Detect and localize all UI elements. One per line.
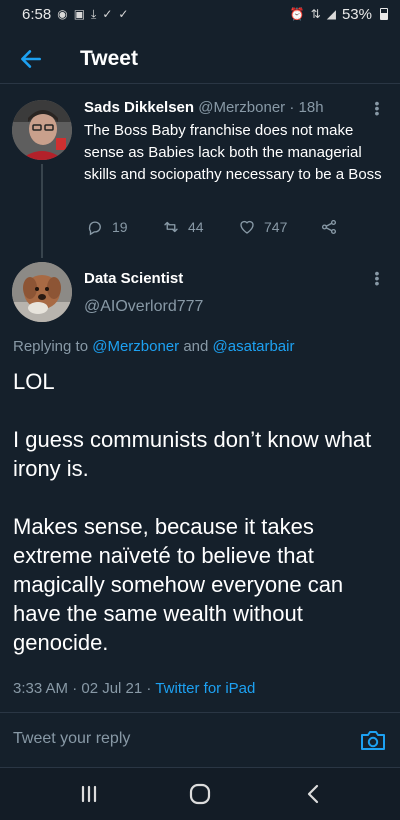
check-icon: ✓ bbox=[118, 7, 129, 21]
reply-mention-link[interactable]: @asatarbair bbox=[213, 338, 295, 355]
tweet-paragraph: I guess communists don’t know what irony… bbox=[13, 427, 372, 481]
reply-button[interactable]: 19 bbox=[86, 218, 162, 236]
reply-count: 19 bbox=[112, 219, 128, 235]
replying-to: Replying to @Merzboner and @asatarbair bbox=[13, 338, 294, 355]
screenshot-icon: ▣ bbox=[73, 7, 86, 21]
status-time: 6:58 bbox=[22, 5, 52, 23]
avatar-image bbox=[12, 100, 72, 160]
replying-to-label: Replying to bbox=[13, 338, 89, 355]
more-options-icon[interactable]: • • • bbox=[374, 266, 380, 290]
parent-tweet-text: The Boss Baby franchise does not make se… bbox=[84, 122, 382, 183]
signal-icon: ◢ bbox=[326, 7, 336, 21]
back-arrow-icon[interactable] bbox=[18, 46, 44, 72]
heart-icon bbox=[240, 220, 254, 234]
main-tweet-text: LOL I guess communists don’t know what i… bbox=[13, 367, 393, 657]
reply-icon bbox=[88, 221, 101, 236]
tweet-timestamp: 3:33 AM · 02 Jul 21 · bbox=[13, 680, 152, 697]
retweet-icon bbox=[164, 221, 178, 233]
status-left: 6:58 ◉ ▣ ⤓ ✓ ✓ bbox=[22, 6, 128, 23]
avatar[interactable] bbox=[12, 262, 72, 322]
avatar[interactable] bbox=[12, 100, 72, 160]
author-handle[interactable]: @Merzboner bbox=[198, 99, 285, 116]
status-right: ⏰ ⇅ ◢ 53% bbox=[290, 6, 388, 23]
whatsapp-icon: ◉ bbox=[57, 7, 68, 21]
download-icon: ⤓ bbox=[91, 6, 97, 21]
home-icon[interactable] bbox=[186, 780, 214, 808]
tweet-paragraph: Makes sense, because it takes extreme na… bbox=[13, 514, 344, 655]
battery-percent: 53% bbox=[341, 5, 372, 23]
back-icon[interactable] bbox=[300, 780, 328, 808]
author-name[interactable]: Data Scientist bbox=[84, 270, 183, 287]
share-button[interactable] bbox=[320, 218, 338, 236]
tweet-source-link[interactable]: Twitter for iPad bbox=[155, 680, 255, 697]
reply-bar bbox=[0, 712, 400, 768]
author-name[interactable]: Sads Dikkelsen bbox=[84, 99, 194, 116]
like-count: 747 bbox=[264, 219, 288, 235]
tweet-paragraph: LOL bbox=[13, 369, 55, 394]
system-nav-bar bbox=[0, 768, 400, 820]
avatar-image bbox=[12, 262, 72, 322]
author-handle[interactable]: @AIOverlord777 bbox=[84, 298, 203, 316]
replying-to-and: and bbox=[183, 338, 209, 355]
more-options-icon[interactable]: • • • bbox=[374, 96, 380, 120]
tweet-time: · 18h bbox=[289, 99, 324, 116]
retweet-count: 44 bbox=[188, 219, 204, 235]
retweet-button[interactable]: 44 bbox=[162, 218, 238, 236]
page-title: Tweet bbox=[80, 47, 138, 70]
parent-tweet-header: Sads Dikkelsen @Merzboner · 18h bbox=[84, 99, 324, 116]
battery-icon bbox=[380, 8, 388, 20]
recent-apps-icon[interactable] bbox=[75, 780, 103, 808]
tweet-header: Tweet bbox=[0, 34, 400, 84]
camera-icon[interactable] bbox=[360, 728, 386, 752]
like-button[interactable]: 747 bbox=[238, 218, 320, 236]
alarm-icon: ⏰ bbox=[289, 7, 305, 21]
share-icon bbox=[321, 219, 337, 235]
check-icon: ✓ bbox=[102, 7, 113, 21]
tweet-meta: 3:33 AM · 02 Jul 21 · Twitter for iPad bbox=[13, 680, 255, 697]
tweet-actions: 19 44 747 bbox=[86, 218, 338, 236]
reply-input[interactable] bbox=[13, 730, 333, 748]
reply-mention-link[interactable]: @Merzboner bbox=[92, 338, 179, 355]
status-bar: 6:58 ◉ ▣ ⤓ ✓ ✓ ⏰ ⇅ ◢ 53% bbox=[0, 0, 400, 28]
thread-line bbox=[41, 164, 43, 258]
vowifi-icon: ⇅ bbox=[310, 7, 321, 21]
